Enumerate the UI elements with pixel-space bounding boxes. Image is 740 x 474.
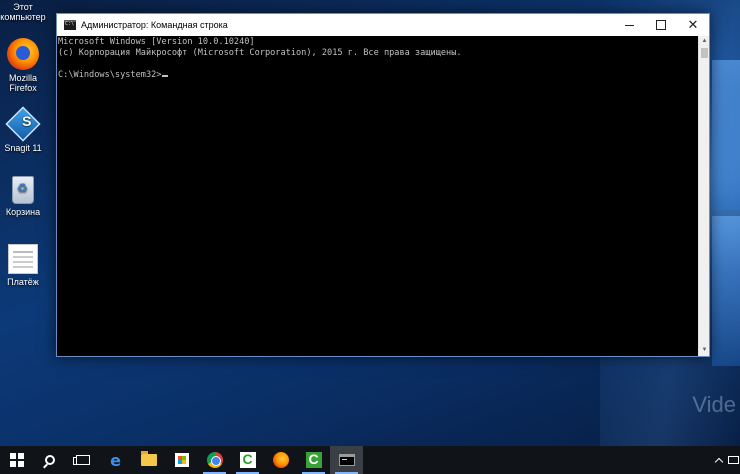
desktop-icon-recycle-bin[interactable]: Корзина xyxy=(0,176,46,217)
store-icon xyxy=(174,453,189,467)
document-icon xyxy=(8,244,38,274)
taskbar-cmd[interactable] xyxy=(330,446,363,474)
scroll-thumb[interactable] xyxy=(701,48,708,58)
console-prompt: C:\Windows\system32> xyxy=(58,70,162,80)
window-titlebar[interactable]: Администратор: Командная строка ✕ xyxy=(57,14,709,36)
task-view-button[interactable] xyxy=(66,446,99,474)
console-line: Microsoft Windows [Version 10.0.10240] xyxy=(58,37,255,47)
snagit-icon xyxy=(5,106,41,142)
search-button[interactable] xyxy=(33,446,66,474)
console-prompt-line[interactable]: C:\Windows\system32> xyxy=(58,70,696,81)
console-line: (c) Корпорация Майкрософт (Microsoft Cor… xyxy=(58,48,462,58)
cmd-window[interactable]: Администратор: Командная строка ✕ Micros… xyxy=(56,13,710,357)
desktop-icon-label: Snagit 11 xyxy=(4,143,42,153)
file-explorer-icon xyxy=(140,451,157,466)
desktop-icon-label: Этот компьютер xyxy=(0,2,46,22)
desktop-icon-label: Mozilla Firefox xyxy=(8,73,37,93)
edge-icon: e xyxy=(110,450,121,470)
text-cursor xyxy=(162,75,169,77)
window-title: Администратор: Командная строка xyxy=(81,20,228,30)
taskbar-file-explorer[interactable] xyxy=(132,446,165,474)
close-button[interactable]: ✕ xyxy=(677,14,709,36)
firefox-icon xyxy=(272,452,289,468)
taskbar-firefox[interactable] xyxy=(264,446,297,474)
firefox-icon xyxy=(7,38,39,70)
chrome-icon xyxy=(206,452,223,468)
scroll-down-button[interactable]: ▼ xyxy=(699,345,710,356)
vertical-scrollbar[interactable]: ▲ ▼ xyxy=(698,36,709,356)
maximize-button[interactable] xyxy=(645,14,677,36)
screen-tray-button[interactable] xyxy=(726,446,740,474)
start-button[interactable] xyxy=(0,446,33,474)
desktop-icon-snagit[interactable]: Snagit 11 xyxy=(0,106,46,153)
desktop-icon-firefox[interactable]: Mozilla Firefox xyxy=(0,38,46,93)
desktop-icon-this-pc[interactable]: Этот компьютер xyxy=(0,2,46,22)
taskbar-camtasia-recorder[interactable] xyxy=(231,446,264,474)
camtasia-studio-icon xyxy=(305,451,322,468)
cmd-icon[interactable] xyxy=(64,20,76,30)
taskbar-chrome[interactable] xyxy=(198,446,231,474)
recycle-bin-icon xyxy=(12,176,34,204)
taskbar-edge[interactable]: e xyxy=(99,446,132,474)
desktop-icon-label: Платёж xyxy=(7,277,39,287)
search-icon xyxy=(44,455,55,465)
taskbar: e xyxy=(0,446,740,474)
desktop-icon-label: Корзина xyxy=(5,207,41,217)
watermark-text: Vide xyxy=(692,392,736,417)
taskbar-camtasia-studio[interactable] xyxy=(297,446,330,474)
minimize-button[interactable] xyxy=(613,14,645,36)
taskbar-store[interactable] xyxy=(165,446,198,474)
wallpaper-window-pane xyxy=(712,60,740,210)
desktop-icon-document[interactable]: Платёж xyxy=(0,244,46,287)
scroll-up-button[interactable]: ▲ xyxy=(699,36,710,47)
cmd-icon xyxy=(338,454,355,466)
camtasia-recorder-icon xyxy=(239,451,256,468)
show-hidden-icons-icon[interactable] xyxy=(712,446,726,474)
screen-icon xyxy=(727,456,739,464)
task-view-icon xyxy=(72,455,90,465)
console-output[interactable]: Microsoft Windows [Version 10.0.10240] (c… xyxy=(57,36,697,356)
system-tray xyxy=(712,446,740,474)
wallpaper-window-pane xyxy=(712,216,740,366)
windows-start-icon xyxy=(9,453,24,467)
